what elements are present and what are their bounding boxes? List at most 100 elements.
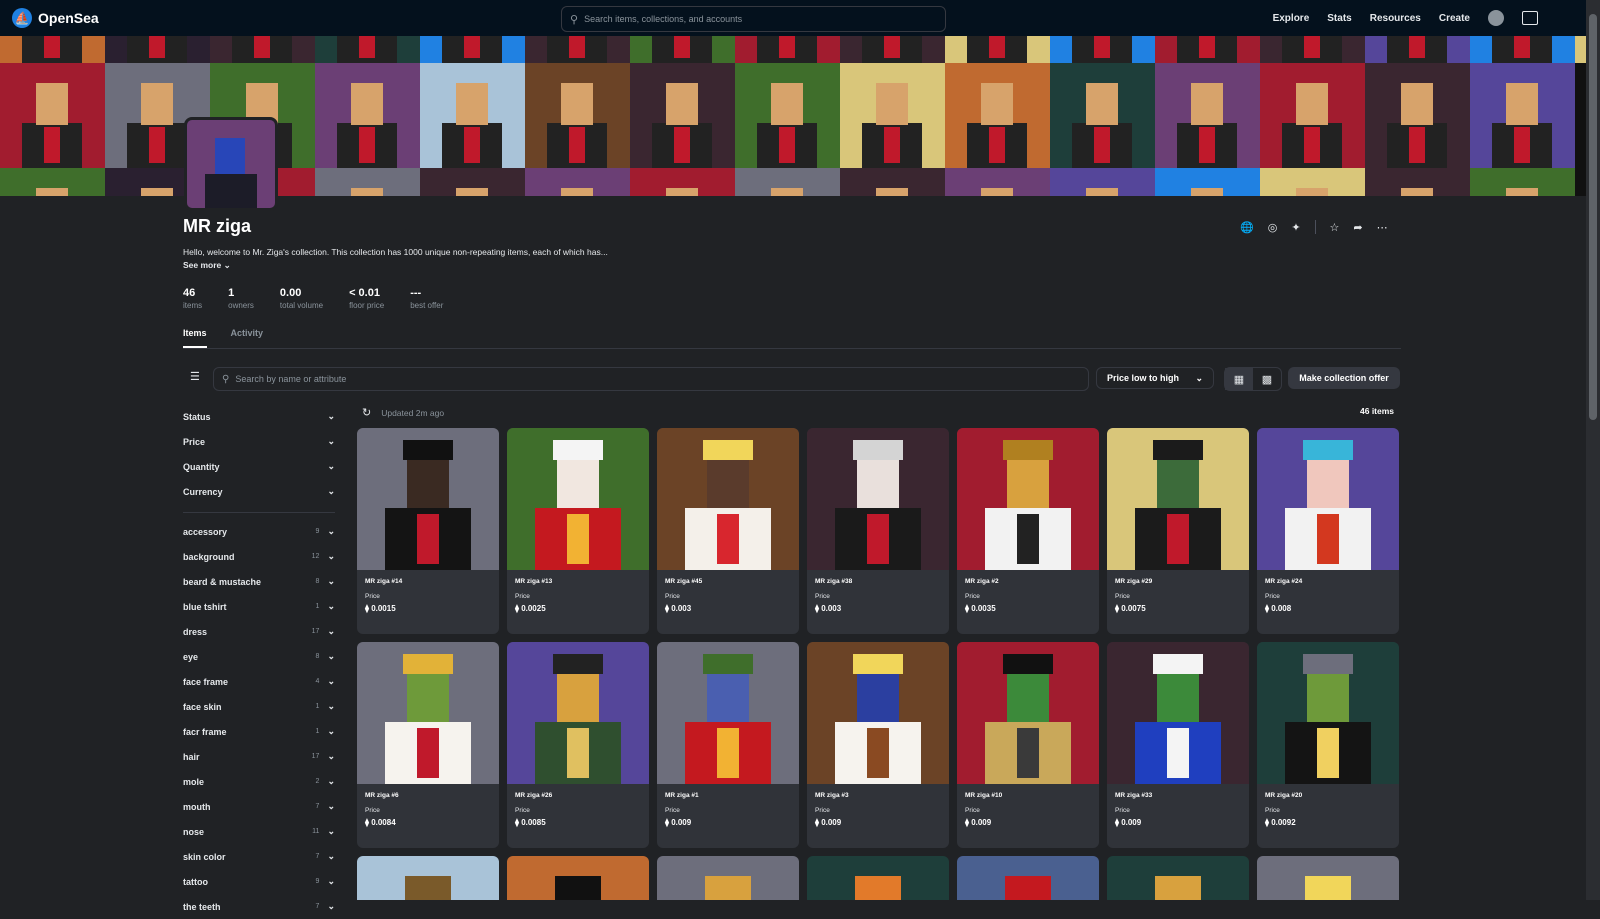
trait-filter[interactable]: skin color 7 ⌄ xyxy=(183,844,335,869)
nft-card[interactable]: MR ziga #10 Price ⧫ 0.009 xyxy=(957,642,1099,848)
globe-icon[interactable]: 🌐 xyxy=(1240,221,1254,234)
trait-filter[interactable]: blue tshirt 1 ⌄ xyxy=(183,594,335,619)
nft-card-partial[interactable] xyxy=(1107,856,1249,900)
banner-character-sash xyxy=(149,36,165,58)
trait-filter[interactable]: eye 8 ⌄ xyxy=(183,644,335,669)
trait-filter[interactable]: facr frame 1 ⌄ xyxy=(183,719,335,744)
nft-card[interactable]: MR ziga #26 Price ⧫ 0.0085 xyxy=(507,642,649,848)
nft-image[interactable] xyxy=(507,428,649,570)
scrollbar-thumb[interactable] xyxy=(1589,14,1597,420)
trait-filter[interactable]: the teeth 7 ⌄ xyxy=(183,894,335,919)
trait-filter[interactable]: accessory 9 ⌄ xyxy=(183,519,335,544)
price-label: Price xyxy=(1265,593,1280,600)
filter-quantity[interactable]: Quantity ⌄ xyxy=(183,454,335,479)
trait-filter[interactable]: nose 11 ⌄ xyxy=(183,819,335,844)
make-collection-offer-button[interactable]: Make collection offer xyxy=(1288,367,1400,389)
trait-filter[interactable]: face frame 4 ⌄ xyxy=(183,669,335,694)
trait-filter[interactable]: dress 17 ⌄ xyxy=(183,619,335,644)
banner-character-sash xyxy=(569,36,585,58)
nft-image[interactable] xyxy=(357,428,499,570)
nft-card[interactable]: MR ziga #29 Price ⧫ 0.0075 xyxy=(1107,428,1249,634)
nft-card[interactable]: MR ziga #13 Price ⧫ 0.0025 xyxy=(507,428,649,634)
trait-filter[interactable]: mouth 7 ⌄ xyxy=(183,794,335,819)
nft-card-partial[interactable] xyxy=(807,856,949,900)
nft-card-partial[interactable] xyxy=(657,856,799,900)
nft-image[interactable] xyxy=(507,642,649,784)
page-scrollbar[interactable] xyxy=(1586,0,1600,900)
item-search[interactable]: ⚲ xyxy=(213,367,1089,391)
tab-activity[interactable]: Activity xyxy=(231,328,264,348)
nft-card-partial[interactable] xyxy=(957,856,1099,900)
large-grid-icon[interactable]: ▦ xyxy=(1225,368,1253,390)
banner-tile xyxy=(945,168,1050,196)
small-grid-icon[interactable]: ▩ xyxy=(1253,368,1281,390)
banner-character-head xyxy=(561,188,593,196)
filter-price[interactable]: Price ⌄ xyxy=(183,429,335,454)
nft-card[interactable]: MR ziga #6 Price ⧫ 0.0084 xyxy=(357,642,499,848)
nft-image[interactable] xyxy=(1257,428,1399,570)
filter-status[interactable]: Status ⌄ xyxy=(183,404,335,429)
banner-tile xyxy=(1155,168,1260,196)
twitter-icon[interactable]: ✦ xyxy=(1291,221,1300,234)
nft-image[interactable] xyxy=(957,428,1099,570)
sort-dropdown[interactable]: Price low to high ⌄ xyxy=(1096,367,1214,389)
trait-filter[interactable]: hair 17 ⌄ xyxy=(183,744,335,769)
trait-filter[interactable]: beard & mustache 8 ⌄ xyxy=(183,569,335,594)
view-toggle[interactable]: ▦ ▩ xyxy=(1224,367,1282,391)
price-value: 0.0085 xyxy=(521,818,546,827)
nft-card[interactable]: MR ziga #14 Price ⧫ 0.0015 xyxy=(357,428,499,634)
banner-character-sash xyxy=(464,127,480,163)
refresh-icon[interactable]: ↻ xyxy=(362,406,371,419)
star-icon[interactable]: ☆ xyxy=(1330,221,1340,234)
nft-card[interactable]: MR ziga #1 Price ⧫ 0.009 xyxy=(657,642,799,848)
banner-character-head xyxy=(351,188,383,196)
nft-card-partial[interactable] xyxy=(357,856,499,900)
see-more-link[interactable]: See more ⌄ xyxy=(183,260,231,271)
banner-tile xyxy=(420,36,525,63)
nft-image[interactable] xyxy=(657,642,799,784)
price-value: 0.0035 xyxy=(971,604,996,613)
trait-filter[interactable]: face skin 1 ⌄ xyxy=(183,694,335,719)
profile-icon[interactable] xyxy=(1488,10,1504,26)
nft-image[interactable] xyxy=(657,428,799,570)
share-icon[interactable]: ➦ xyxy=(1353,221,1362,234)
nft-image[interactable] xyxy=(1257,642,1399,784)
global-search[interactable]: ⚲ xyxy=(561,6,946,32)
nft-card[interactable]: MR ziga #38 Price ⧫ 0.003 xyxy=(807,428,949,634)
nft-card[interactable]: MR ziga #2 Price ⧫ 0.0035 xyxy=(957,428,1099,634)
nav-create[interactable]: Create xyxy=(1439,13,1470,24)
global-search-input[interactable] xyxy=(582,13,927,25)
instagram-icon[interactable]: ◎ xyxy=(1268,221,1278,234)
stat-total-volume: 0.00 total volume xyxy=(280,287,323,310)
nav-explore[interactable]: Explore xyxy=(1273,13,1310,24)
filter-currency[interactable]: Currency ⌄ xyxy=(183,479,335,504)
nft-card[interactable]: MR ziga #20 Price ⧫ 0.0092 xyxy=(1257,642,1399,848)
banner-character-head xyxy=(1506,188,1538,196)
nft-image[interactable] xyxy=(357,642,499,784)
item-search-input[interactable] xyxy=(233,373,1058,385)
trait-filter[interactable]: mole 2 ⌄ xyxy=(183,769,335,794)
banner-character-head xyxy=(36,83,68,125)
nft-image[interactable] xyxy=(807,428,949,570)
nft-card-partial[interactable] xyxy=(1257,856,1399,900)
nft-image[interactable] xyxy=(807,642,949,784)
nft-card[interactable]: MR ziga #33 Price ⧫ 0.009 xyxy=(1107,642,1249,848)
banner-character-sash xyxy=(1514,127,1530,163)
trait-filter[interactable]: tattoo 9 ⌄ xyxy=(183,869,335,894)
more-icon[interactable]: ⋯ xyxy=(1377,221,1388,234)
nft-image[interactable] xyxy=(1107,642,1249,784)
wallet-icon[interactable] xyxy=(1522,11,1538,25)
nft-image[interactable] xyxy=(1107,428,1249,570)
nft-image[interactable] xyxy=(957,642,1099,784)
tab-items[interactable]: Items xyxy=(183,328,207,348)
trait-filter[interactable]: background 12 ⌄ xyxy=(183,544,335,569)
filter-toggle-icon[interactable]: ☰ xyxy=(190,370,200,383)
nft-card[interactable]: MR ziga #45 Price ⧫ 0.003 xyxy=(657,428,799,634)
nft-card[interactable]: MR ziga #24 Price ⧫ 0.008 xyxy=(1257,428,1399,634)
banner-tile xyxy=(525,168,630,196)
nft-card-partial[interactable] xyxy=(507,856,649,900)
opensea-logo[interactable]: ⛵ OpenSea xyxy=(12,8,99,28)
nav-stats[interactable]: Stats xyxy=(1327,13,1351,24)
nft-card[interactable]: MR ziga #3 Price ⧫ 0.009 xyxy=(807,642,949,848)
nav-resources[interactable]: Resources xyxy=(1370,13,1421,24)
